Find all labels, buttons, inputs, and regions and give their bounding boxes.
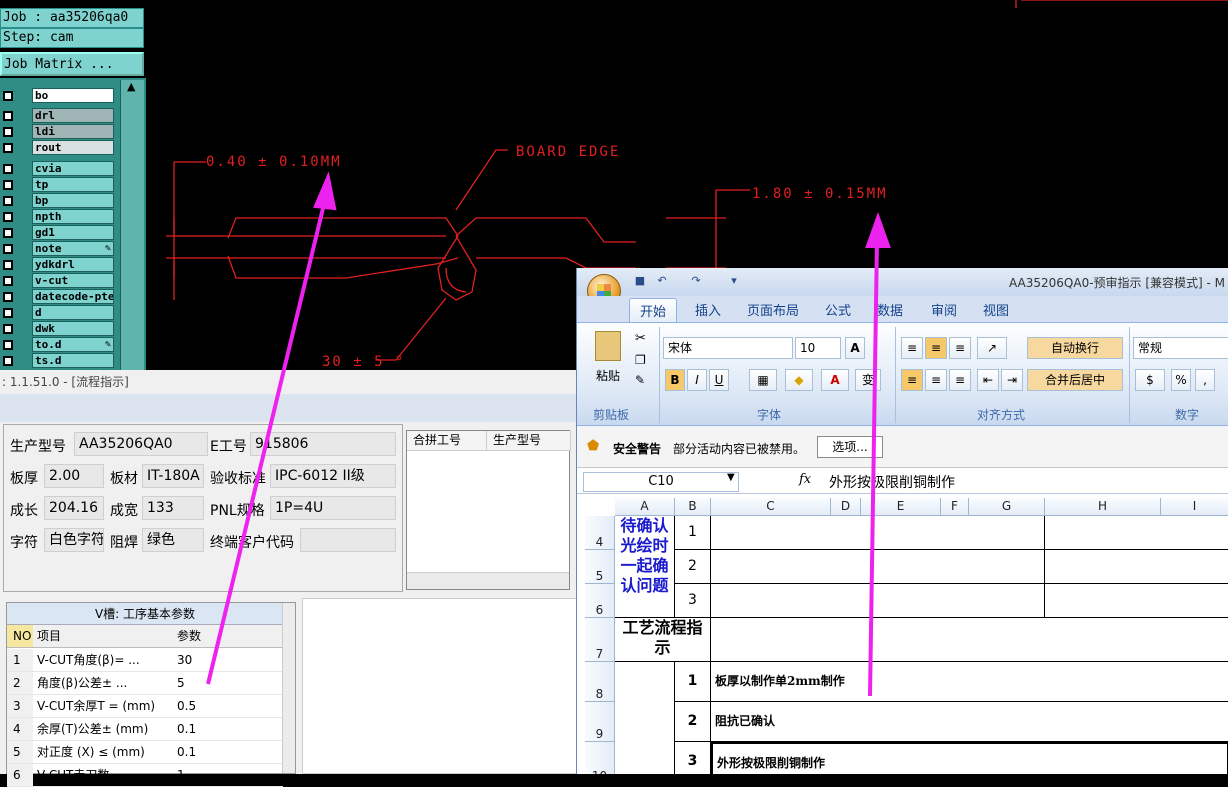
annotation-arrow-right: [868, 239, 879, 697]
arrowhead-icon: [865, 212, 891, 248]
arrowhead-icon: [313, 171, 337, 211]
annotation-arrow-left: [206, 199, 327, 685]
annotation-overlay: [206, 171, 891, 697]
